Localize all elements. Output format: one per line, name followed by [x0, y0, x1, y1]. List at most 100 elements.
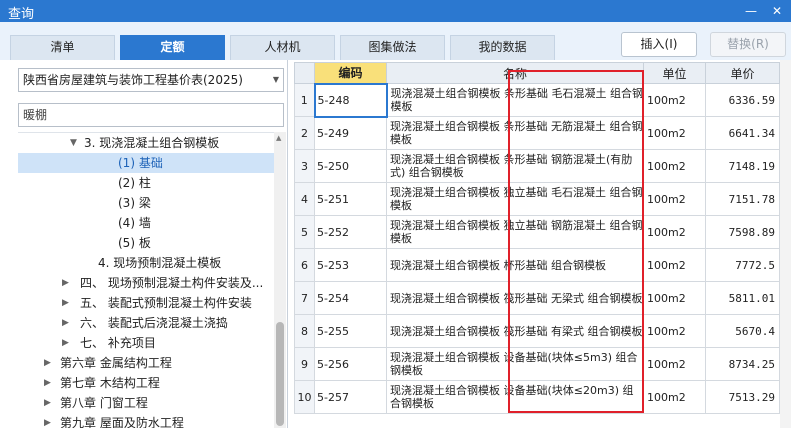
tree-node[interactable]: 4. 现场预制混凝土模板 — [18, 253, 274, 273]
unit-cell[interactable]: 100m2 — [643, 215, 706, 249]
unit-cell[interactable]: 100m2 — [643, 314, 706, 348]
expand-arrow-icon[interactable]: ▶ — [62, 313, 69, 333]
tree-node-label: 4. 现场预制混凝土模板 — [98, 256, 222, 270]
tree-node[interactable]: ▶ 四、 现场预制混凝土构件安装及... — [18, 273, 274, 293]
tree-node[interactable]: ▶ 七、 补充项目 — [18, 333, 274, 353]
library-select-value: 陕西省房屋建筑与装饰工程基价表(2025) — [23, 73, 243, 87]
price-cell[interactable]: 7513.29 — [705, 380, 780, 414]
expand-arrow-icon[interactable]: ▶ — [62, 273, 69, 293]
tree-node[interactable]: (5) 板 — [18, 233, 274, 253]
replace-button[interactable]: 替换(R) — [710, 32, 786, 57]
row-number: 3 — [294, 149, 315, 183]
row-number: 4 — [294, 182, 315, 216]
grid-scrollbar[interactable] — [780, 60, 791, 428]
expand-arrow-icon[interactable]: ▶ — [44, 413, 51, 428]
unit-cell[interactable]: 100m2 — [643, 281, 706, 315]
unit-cell[interactable]: 100m2 — [643, 182, 706, 216]
price-cell[interactable]: 5670.4 — [705, 314, 780, 348]
tab-labor-materials[interactable]: 人材机 — [230, 35, 335, 60]
insert-button[interactable]: 插入(I) — [621, 32, 697, 57]
expand-arrow-icon[interactable]: ▶ — [44, 353, 51, 373]
price-cell[interactable]: 5811.01 — [705, 281, 780, 315]
tree-node-label: 第九章 屋面及防水工程 — [60, 416, 184, 428]
tree-node[interactable]: (4) 墙 — [18, 213, 274, 233]
price-cell[interactable]: 7148.19 — [705, 149, 780, 183]
chevron-down-icon[interactable]: ▼ — [273, 69, 279, 91]
unit-cell[interactable]: 100m2 — [643, 248, 706, 282]
code-cell[interactable]: 5-252 — [314, 215, 387, 249]
close-icon[interactable]: ✕ — [766, 0, 788, 22]
code-cell[interactable]: 5-248 — [313, 82, 388, 118]
tree-node[interactable]: (1) 基础 — [18, 153, 274, 173]
code-cell[interactable]: 5-256 — [314, 347, 387, 381]
tree-node-label: (5) 板 — [118, 236, 151, 250]
row-number: 1 — [294, 83, 315, 117]
unit-cell[interactable]: 100m2 — [643, 149, 706, 183]
tab-bar: 清单 定额 人材机 图集做法 我的数据 插入(I) 替换(R) — [0, 22, 791, 60]
tree-node[interactable]: (3) 梁 — [18, 193, 274, 213]
code-cell[interactable]: 5-257 — [314, 380, 387, 414]
tree-node-label: 第六章 金属结构工程 — [60, 356, 172, 370]
expand-arrow-icon[interactable]: ▶ — [62, 333, 69, 353]
scroll-thumb[interactable] — [276, 322, 284, 426]
price-header[interactable]: 单价 — [705, 62, 780, 84]
unit-cell[interactable]: 100m2 — [643, 83, 706, 117]
tree-node[interactable]: (2) 柱 — [18, 173, 274, 193]
search-input[interactable]: 暖棚 — [18, 103, 284, 127]
tree-node[interactable]: ▶ 第七章 木结构工程 — [18, 373, 274, 393]
tree-node[interactable]: ▶ 第八章 门窗工程 — [18, 393, 274, 413]
left-panel: 陕西省房屋建筑与装饰工程基价表(2025) ▼ 暖棚 ▼ 3. 现浇混凝土组合钢… — [0, 60, 288, 428]
unit-cell[interactable]: 100m2 — [643, 347, 706, 381]
row-number: 5 — [294, 215, 315, 249]
price-cell[interactable]: 6641.34 — [705, 116, 780, 150]
code-cell[interactable]: 5-255 — [314, 314, 387, 348]
expand-arrow-icon[interactable]: ▶ — [44, 373, 51, 393]
tree-node-label: (2) 柱 — [118, 176, 151, 190]
library-select[interactable]: 陕西省房屋建筑与装饰工程基价表(2025) ▼ — [18, 68, 284, 92]
tree-node-label: 五、 装配式预制混凝土构件安装 — [80, 296, 252, 310]
row-number: 9 — [294, 347, 315, 381]
tree-node[interactable]: ▼ 3. 现浇混凝土组合钢模板 — [18, 133, 274, 153]
expand-arrow-icon[interactable]: ▶ — [44, 393, 51, 413]
expand-arrow-icon[interactable]: ▼ — [70, 133, 77, 153]
code-cell[interactable]: 5-253 — [314, 248, 387, 282]
tree-node-label: (3) 梁 — [118, 196, 151, 210]
code-header[interactable]: 编码 — [314, 62, 387, 84]
tree-node[interactable]: ▶ 五、 装配式预制混凝土构件安装 — [18, 293, 274, 313]
code-cell[interactable]: 5-249 — [314, 116, 387, 150]
price-cell[interactable]: 6336.59 — [705, 83, 780, 117]
tree-node-label: 六、 装配式后浇混凝土浇捣 — [80, 316, 228, 330]
unit-header[interactable]: 单位 — [643, 62, 706, 84]
tab-my-data[interactable]: 我的数据 — [450, 35, 555, 60]
tree-node-label: 第七章 木结构工程 — [60, 376, 160, 390]
row-number: 6 — [294, 248, 315, 282]
tree-node-label: 七、 补充项目 — [80, 336, 156, 350]
tree-node[interactable]: ▶ 六、 装配式后浇混凝土浇捣 — [18, 313, 274, 333]
minimize-icon[interactable]: — — [740, 0, 762, 22]
tree-node-label: 四、 现场预制混凝土构件安装及... — [80, 276, 264, 290]
tab-bill[interactable]: 清单 — [10, 35, 115, 60]
tree-scrollbar[interactable]: ▲ — [274, 132, 286, 428]
unit-cell[interactable]: 100m2 — [643, 380, 706, 414]
unit-cell[interactable]: 100m2 — [643, 116, 706, 150]
code-cell[interactable]: 5-250 — [314, 149, 387, 183]
scroll-up-icon[interactable]: ▲ — [276, 134, 281, 142]
row-number: 10 — [294, 380, 315, 414]
row-number: 2 — [294, 116, 315, 150]
tab-quota[interactable]: 定额 — [120, 35, 225, 60]
code-cell[interactable]: 5-254 — [314, 281, 387, 315]
tab-atlas-method[interactable]: 图集做法 — [340, 35, 445, 60]
price-cell[interactable]: 7151.78 — [705, 182, 780, 216]
tree-node[interactable]: ▶ 第九章 屋面及防水工程 — [18, 413, 274, 428]
price-cell[interactable]: 7772.5 — [705, 248, 780, 282]
index-header — [294, 62, 315, 84]
tree-node[interactable]: ▶ 第六章 金属结构工程 — [18, 353, 274, 373]
code-cell[interactable]: 5-251 — [314, 182, 387, 216]
price-cell[interactable]: 7598.89 — [705, 215, 780, 249]
window-title: 查询 — [8, 7, 35, 22]
row-number: 8 — [294, 314, 315, 348]
price-cell[interactable]: 8734.25 — [705, 347, 780, 381]
quota-grid-panel: 编码 名称 单位 单价 1 5-248 现浇混凝土组合钢模板 条形基础 毛石混凝… — [294, 60, 791, 428]
title-bar: 查询 — ✕ — [0, 0, 791, 22]
expand-arrow-icon[interactable]: ▶ — [62, 293, 69, 313]
